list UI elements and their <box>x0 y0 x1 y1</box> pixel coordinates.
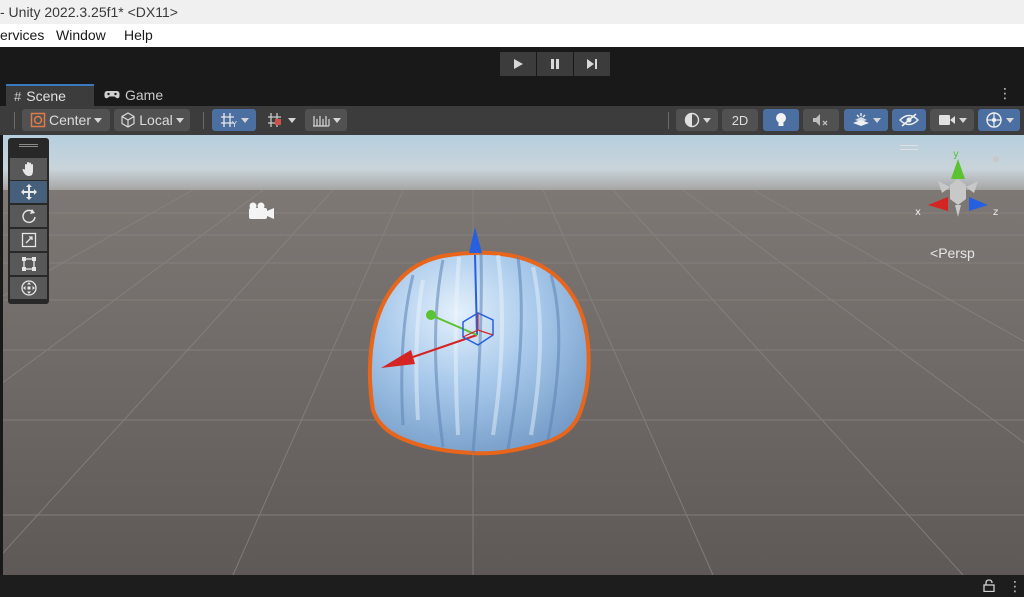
scene-viewport[interactable]: y x z <box>3 135 1024 575</box>
video-camera-icon <box>938 115 955 125</box>
pivot-mode-dropdown[interactable]: Center <box>22 109 110 131</box>
hand-tool-button[interactable] <box>10 158 47 180</box>
sky <box>3 135 1024 197</box>
scene-toolbar: Center Local Y 2D <box>0 106 1024 135</box>
effects-dropdown[interactable] <box>844 109 888 131</box>
chevron-down-icon <box>958 117 967 123</box>
scene-visibility-toggle[interactable] <box>892 109 926 131</box>
audio-mute-icon <box>813 114 828 126</box>
mode-2d-toggle[interactable]: 2D <box>722 109 758 131</box>
step-icon <box>587 59 597 69</box>
axis-x-label: x <box>915 207 921 218</box>
play-toolbar <box>0 47 1024 82</box>
rotate-tool-button[interactable] <box>10 205 47 227</box>
gizmos-dropdown[interactable] <box>978 109 1020 131</box>
shading-sphere-icon <box>684 112 699 128</box>
move-arrows-icon <box>20 184 37 200</box>
window-title: - Unity 2022.3.25f1* <DX11> <box>0 4 178 20</box>
axis-z-label: z <box>993 207 998 218</box>
mode-2d-label: 2D <box>731 112 749 128</box>
eye-slash-icon <box>899 113 919 127</box>
statusbar-kebab-icon[interactable]: ⋮ <box>1008 579 1022 593</box>
chevron-down-icon <box>175 117 184 123</box>
grid-snap-icon <box>267 113 281 127</box>
gizmo-y-handle[interactable] <box>426 310 436 320</box>
chevron-down-icon <box>287 117 296 123</box>
overlay-drag-handle-icon[interactable] <box>19 144 38 147</box>
tools-overlay <box>8 138 49 304</box>
lock-icon[interactable] <box>983 579 995 592</box>
pivot-mode-label: Center <box>48 112 92 128</box>
overlay-menu-handle-icon[interactable] <box>900 145 918 150</box>
move-tool-button[interactable] <box>10 181 47 203</box>
chevron-down-icon <box>872 117 881 123</box>
lightbulb-icon <box>776 113 786 126</box>
tab-scene[interactable]: # Scene <box>6 84 94 106</box>
transform-all-icon <box>20 280 37 296</box>
pivot-space-label: Local <box>139 112 173 128</box>
rect-tool-button[interactable] <box>10 253 47 275</box>
status-bar: ⋮ <box>0 575 1024 597</box>
play-controls <box>500 52 611 76</box>
audio-toggle[interactable] <box>803 109 839 131</box>
increment-snap-dropdown[interactable] <box>305 109 347 131</box>
ruler-icon <box>312 116 330 127</box>
selected-jelly-object[interactable] <box>367 250 591 456</box>
play-icon <box>514 59 523 69</box>
svg-text:Y: Y <box>231 120 237 128</box>
pivot-space-dropdown[interactable]: Local <box>114 109 190 131</box>
transform-tool-button[interactable] <box>10 277 47 299</box>
toolbar-divider <box>203 112 204 129</box>
chevron-down-icon <box>702 117 711 123</box>
tab-scene-label: Scene <box>26 88 66 104</box>
grid-y-icon: Y <box>220 113 237 128</box>
tab-options-kebab-icon[interactable]: ⋮ <box>998 86 1012 100</box>
axis-y-label: y <box>953 149 959 160</box>
scene-render: y x z <box>3 135 1024 575</box>
pivot-center-icon <box>30 112 46 128</box>
grid-hash-icon: # <box>14 88 22 104</box>
hand-icon <box>22 162 33 176</box>
toolbar-divider <box>14 112 15 129</box>
effects-layers-icon <box>852 113 869 126</box>
menu-bar: ervices Window Help <box>0 24 1024 47</box>
pause-icon <box>551 59 559 69</box>
window-title-bar: - Unity 2022.3.25f1* <DX11> <box>0 0 1024 24</box>
menu-services[interactable]: ervices <box>0 24 44 47</box>
gizmo-globe-icon <box>985 112 1002 128</box>
pause-button[interactable] <box>537 52 573 76</box>
chevron-down-icon <box>94 117 103 123</box>
step-button[interactable] <box>574 52 610 76</box>
play-button[interactable] <box>500 52 536 76</box>
draw-mode-dropdown[interactable] <box>676 109 718 131</box>
chevron-down-icon <box>332 117 341 123</box>
projection-toggle[interactable]: <Persp <box>930 245 975 261</box>
chevron-down-icon <box>240 117 249 123</box>
grid-snapping-toggle[interactable] <box>262 109 300 131</box>
menu-window[interactable]: Window <box>56 24 106 47</box>
scale-tool-button[interactable] <box>10 229 47 251</box>
gamepad-icon <box>104 91 120 99</box>
chevron-left-icon: < <box>930 245 939 261</box>
grid-visibility-toggle[interactable]: Y <box>212 109 256 131</box>
rect-transform-icon <box>21 257 36 271</box>
chevron-down-icon <box>1005 117 1014 123</box>
local-cube-icon <box>121 112 135 128</box>
toolbar-divider <box>668 112 669 129</box>
scale-icon <box>21 232 36 248</box>
menu-help[interactable]: Help <box>124 24 153 47</box>
tab-game-label: Game <box>125 87 164 103</box>
lighting-toggle[interactable] <box>763 109 799 131</box>
editor-tab-bar: # Scene Game ⋮ <box>0 82 1024 106</box>
projection-label: Persp <box>938 245 975 261</box>
rotate-icon <box>21 209 36 223</box>
tab-game[interactable]: Game <box>96 84 176 106</box>
camera-settings-dropdown[interactable] <box>930 109 974 131</box>
